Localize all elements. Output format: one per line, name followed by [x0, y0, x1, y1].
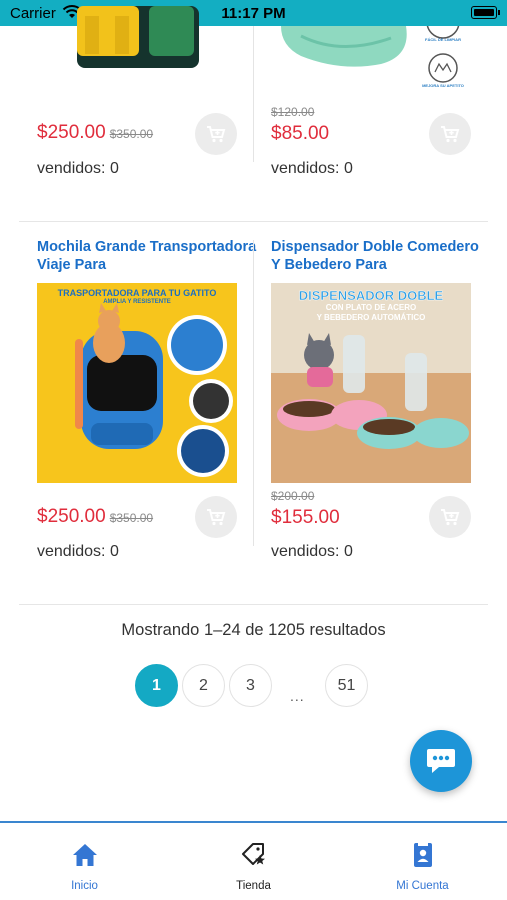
cat-backpack-illustration: [75, 303, 233, 477]
tab-inicio[interactable]: Inicio: [0, 823, 169, 900]
image-headline: TRASPORTADORA PARA TU GATITO: [57, 288, 217, 298]
badge-easy-clean: FÁCIL DE LIMPIAR: [425, 37, 461, 42]
product-image[interactable]: DISPENSADOR DOBLE CON PLATO DE ACERO Y B…: [271, 283, 471, 483]
chat-button[interactable]: [410, 730, 472, 792]
page-1-button[interactable]: 1: [135, 664, 178, 707]
pagination-ellipsis: ...: [290, 688, 305, 704]
sold-count: vendidos: 0: [37, 543, 119, 560]
product-old-price: $200.00: [271, 489, 315, 503]
add-to-cart-button[interactable]: [195, 496, 237, 538]
battery-icon: [471, 6, 497, 19]
tag-star-icon: [241, 843, 265, 865]
page-2-button[interactable]: 2: [182, 664, 225, 707]
tab-mi-cuenta[interactable]: Mi Cuenta: [338, 823, 507, 900]
product-image[interactable]: [37, 6, 237, 86]
add-cart-icon: [207, 126, 226, 143]
image-line-3: Y BEBEDERO AUTOMÁTICO: [316, 313, 426, 322]
page-3-button[interactable]: 3: [229, 664, 272, 707]
tab-tienda[interactable]: Tienda: [169, 823, 338, 900]
product-title[interactable]: Mochila Grande Transportadora Viaje Para: [37, 238, 257, 276]
home-icon: [72, 844, 97, 866]
add-cart-icon: [441, 509, 460, 526]
product-card[interactable]: Dispensador Doble Comedero Y Bebedero Pa…: [271, 238, 491, 578]
sold-count: vendidos: 0: [37, 160, 119, 177]
product-image[interactable]: TRASPORTADORA PARA TU GATITO AMPLIA Y RE…: [37, 283, 237, 483]
page-51-button[interactable]: 51: [325, 664, 368, 707]
product-price: $250.00: [37, 122, 106, 143]
tab-label: Mi Cuenta: [396, 880, 449, 892]
column-divider: [253, 240, 254, 546]
product-price: $250.00: [37, 506, 106, 527]
add-cart-icon: [441, 126, 460, 143]
row-divider: [19, 604, 488, 605]
column-divider: [253, 26, 254, 162]
tab-bar: Inicio Tienda Mi Cuenta: [0, 821, 507, 900]
image-line-2: CON PLATO DE ACERO: [325, 303, 417, 312]
tab-label: Inicio: [71, 880, 98, 892]
product-card[interactable]: $250.00 $350.00 vendidos: 0: [37, 6, 257, 186]
image-headline: DISPENSADOR DOBLE: [298, 288, 444, 303]
tab-label: Tienda: [236, 880, 271, 892]
product-old-price: $350.00: [109, 511, 154, 525]
row-divider: [19, 221, 488, 222]
add-to-cart-button[interactable]: [429, 113, 471, 155]
product-card[interactable]: FÁCIL DE LIMPIAR MEJORA SU APETITO $120.…: [271, 26, 491, 186]
add-to-cart-button[interactable]: [429, 496, 471, 538]
add-cart-icon: [207, 509, 226, 526]
product-old-price: $120.00: [271, 105, 315, 119]
chat-bubble-icon: [427, 749, 455, 773]
account-book-icon: [413, 843, 432, 867]
product-card[interactable]: Mochila Grande Transportadora Viaje Para…: [37, 238, 257, 578]
product-price: $85.00: [271, 123, 330, 144]
sold-count: vendidos: 0: [271, 160, 353, 177]
results-count: Mostrando 1–24 de 1205 resultados: [121, 621, 386, 639]
image-subheadline: AMPLIA Y RESISTENTE: [103, 299, 171, 305]
product-old-price: $350.00: [109, 127, 154, 141]
add-to-cart-button[interactable]: [195, 113, 237, 155]
product-title[interactable]: Dispensador Doble Comedero Y Bebedero Pa…: [271, 238, 491, 276]
badge-appetite: MEJORA SU APETITO: [422, 83, 464, 88]
product-price: $155.00: [271, 507, 340, 528]
sold-count: vendidos: 0: [271, 543, 353, 560]
pagination: 1 2 3 ... 51: [0, 664, 507, 708]
